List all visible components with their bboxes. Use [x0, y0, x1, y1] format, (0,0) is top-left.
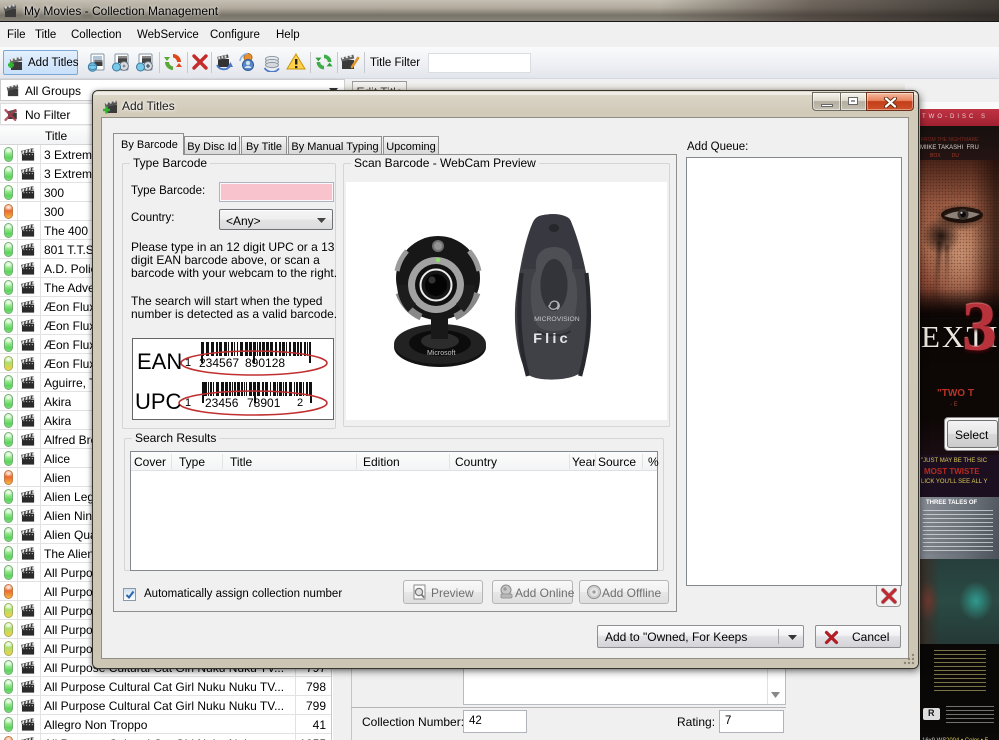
- svg-text:78901: 78901: [247, 396, 281, 410]
- svg-text:MICROVISION: MICROVISION: [534, 316, 580, 323]
- svg-text:23456: 23456: [205, 396, 239, 410]
- svg-text:890128: 890128: [245, 356, 285, 370]
- svg-text:2: 2: [297, 397, 303, 409]
- svg-text:234567: 234567: [199, 356, 239, 370]
- svg-text:Flic: Flic: [533, 331, 571, 347]
- svg-text:1: 1: [185, 397, 191, 409]
- svg-text:Microsoft: Microsoft: [427, 350, 455, 357]
